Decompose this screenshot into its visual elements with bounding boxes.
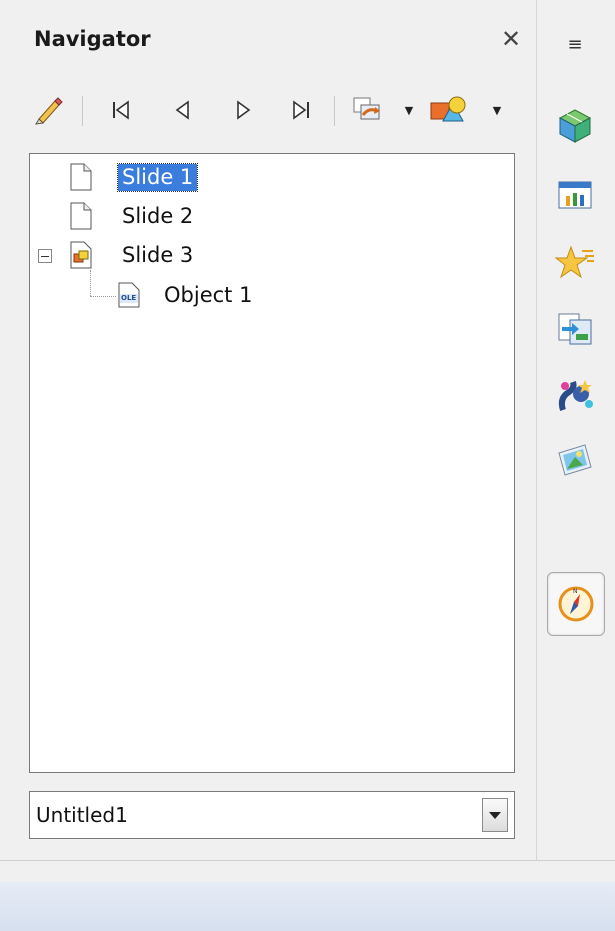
slide-transition-icon[interactable] bbox=[547, 301, 603, 357]
tree-connector bbox=[90, 270, 91, 296]
svg-text:N: N bbox=[573, 588, 578, 595]
tree-item-slide-2[interactable]: Slide 2 bbox=[70, 199, 197, 233]
first-slide-button[interactable] bbox=[104, 88, 138, 132]
next-slide-button[interactable] bbox=[226, 88, 260, 132]
page-icon bbox=[70, 202, 100, 230]
ole-badge: OLE bbox=[121, 294, 137, 302]
tree-item-label: Slide 3 bbox=[122, 242, 194, 267]
previous-slide-button[interactable] bbox=[166, 88, 200, 132]
panel-bottom-divider bbox=[0, 860, 615, 861]
last-slide-button[interactable] bbox=[284, 88, 318, 132]
gallery-icon[interactable] bbox=[547, 432, 603, 488]
tree-item-slide-1[interactable]: Slide 1 bbox=[70, 160, 199, 194]
tree-item-object-1[interactable]: OLE Object 1 bbox=[118, 278, 256, 312]
chevron-down-icon[interactable] bbox=[482, 798, 508, 832]
tree-item-slide-3[interactable]: Slide 3 bbox=[70, 238, 197, 272]
slide-tree: Slide 1 Slide 2 Slide 3 OLE Object 1 bbox=[29, 153, 515, 773]
sidebar-deck: ≡ N bbox=[536, 0, 615, 860]
toolbar-separator bbox=[334, 96, 335, 126]
tree-item-label: Slide 2 bbox=[122, 203, 194, 228]
styles-icon[interactable] bbox=[547, 368, 603, 424]
navigator-icon[interactable]: N bbox=[547, 572, 605, 636]
close-button[interactable]: ✕ bbox=[496, 24, 526, 54]
drag-mode-icon[interactable] bbox=[30, 88, 66, 132]
panel-title: Navigator bbox=[34, 27, 151, 51]
page-icon bbox=[70, 163, 100, 191]
slide-with-objects-icon bbox=[70, 241, 100, 269]
navigator-toolbar: ▼ ▼ bbox=[30, 88, 530, 132]
collapse-toggle[interactable] bbox=[38, 249, 52, 263]
navigator-panel: Navigator ✕ ▼ ▼ Slide 1 Slide 2 Slide 3 … bbox=[0, 0, 536, 860]
tree-item-label: Slide 1 bbox=[116, 162, 199, 192]
status-bar bbox=[0, 882, 615, 931]
shapes-filter-dropdown[interactable]: ▼ bbox=[490, 88, 504, 132]
drag-options-dropdown[interactable]: ▼ bbox=[402, 88, 416, 132]
master-slides-icon[interactable] bbox=[547, 167, 603, 223]
sidebar-menu-button[interactable]: ≡ bbox=[547, 16, 603, 72]
animation-icon[interactable] bbox=[547, 235, 603, 291]
tree-connector bbox=[90, 296, 116, 297]
properties-icon[interactable] bbox=[547, 98, 603, 154]
document-selector[interactable]: Untitled1 bbox=[29, 791, 515, 839]
menu-icon: ≡ bbox=[567, 33, 583, 55]
toolbar-separator bbox=[82, 96, 83, 126]
shapes-filter-icon[interactable] bbox=[426, 88, 472, 132]
drag-options-icon[interactable] bbox=[348, 88, 386, 132]
ole-object-icon: OLE bbox=[118, 282, 146, 308]
tree-item-label: Object 1 bbox=[164, 282, 253, 307]
document-selector-value: Untitled1 bbox=[36, 803, 128, 827]
